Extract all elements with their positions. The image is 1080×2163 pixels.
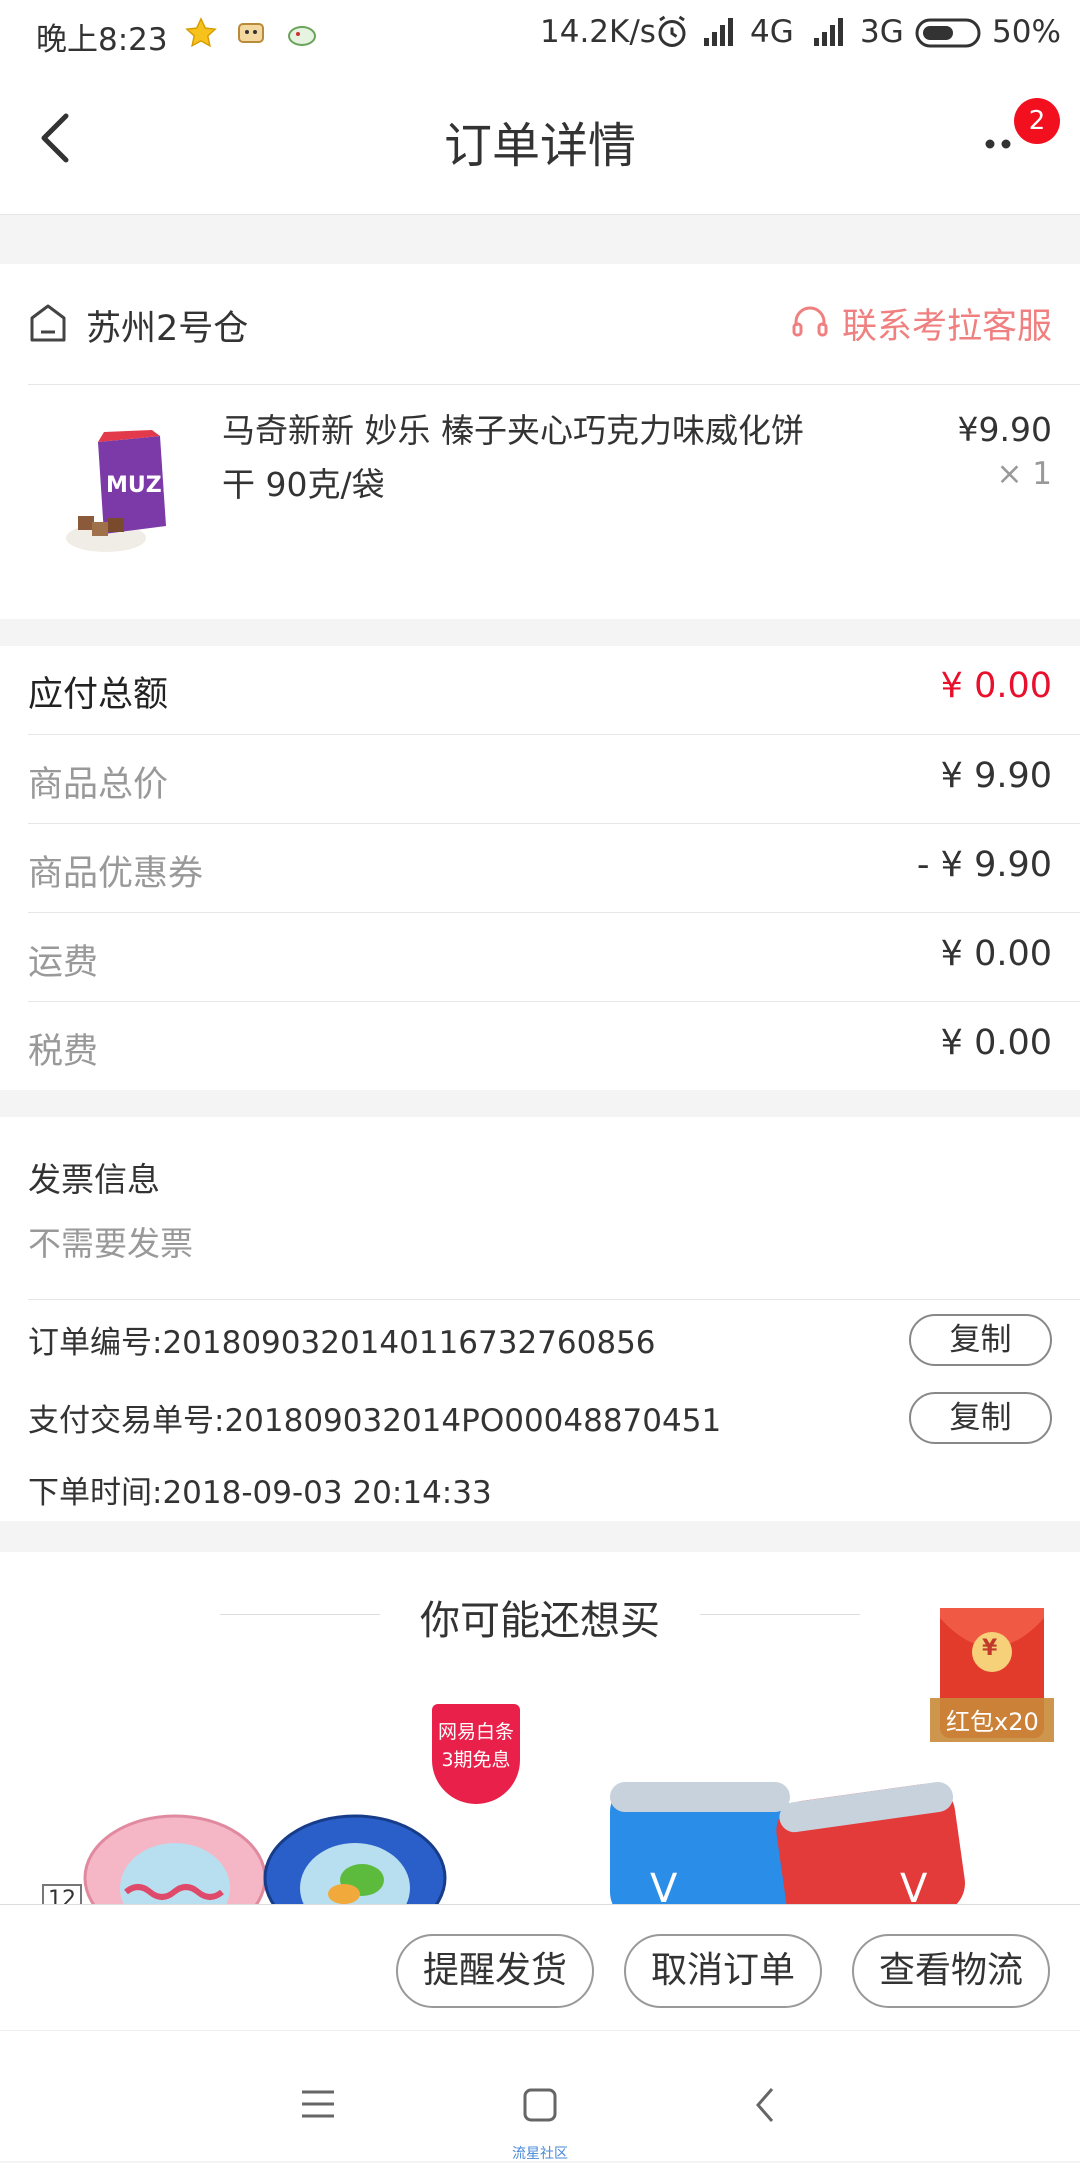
app-notification-icon — [286, 18, 318, 52]
contact-service-label: 联系考拉客服 — [841, 307, 1052, 347]
coupon-value: - ¥ 9.90 — [916, 845, 1052, 885]
divider — [28, 384, 1080, 385]
copy-order-number-button[interactable]: 复制 — [909, 1314, 1052, 1366]
shipping-value: ¥ 0.00 — [940, 934, 1052, 974]
remind-shipment-button[interactable]: 提醒发货 — [396, 1934, 594, 2008]
network-type-2: 3G — [860, 14, 904, 50]
star-icon — [184, 16, 218, 54]
signal-icon — [812, 16, 846, 52]
home-icon[interactable] — [522, 2087, 558, 2127]
more-icon[interactable] — [984, 134, 1024, 158]
invoice-title: 发票信息 — [28, 1160, 160, 1199]
invoice-value: 不需要发票 — [28, 1224, 193, 1263]
divider — [28, 823, 1080, 824]
page-title: 订单详情 — [443, 118, 636, 174]
product-brand-text: MUZIC — [106, 473, 178, 498]
total-payable-value: ¥ 0.00 — [940, 666, 1052, 706]
recommend-title: 你可能还想买 — [420, 1598, 660, 1644]
menu-icon[interactable] — [300, 2089, 336, 2123]
divider — [28, 734, 1080, 735]
order-item-card: 苏州2号仓 联系考拉客服 MUZIC 马奇新新 妙乐 榛子夹心巧克力味威化饼干 … — [0, 264, 1080, 619]
product-name[interactable]: 马奇新新 妙乐 榛子夹心巧克力味威化饼干 90克/袋 — [222, 404, 822, 512]
order-time: 下单时间:2018-09-03 20:14:33 — [28, 1475, 492, 1511]
payment-number: 支付交易单号:201809032014PO00048870451 — [28, 1403, 722, 1439]
product-price: ¥9.90 — [957, 410, 1052, 449]
goods-total-value: ¥ 9.90 — [940, 756, 1052, 796]
back-icon[interactable] — [752, 2085, 778, 2129]
navigation-bar: 流星社区 — [0, 2030, 1080, 2162]
yuan-icon: ¥ — [982, 1636, 998, 1661]
header: 订单详情 — [0, 66, 1080, 215]
promo-line-1: 网易白条 — [437, 1721, 514, 1743]
total-payable-label: 应付总额 — [28, 675, 169, 715]
order-number: 订单编号:2018090320140116732760856 — [28, 1325, 656, 1361]
price-summary-card: 应付总额 ¥ 0.00 商品总价 ¥ 9.90 商品优惠券 - ¥ 9.90 运… — [0, 646, 1080, 1090]
product-quantity: × 1 — [996, 456, 1052, 492]
page-marker: 12 — [42, 1884, 82, 1904]
svg-text:V: V — [900, 1866, 928, 1904]
recommend-product-image[interactable]: V V — [600, 1762, 990, 1904]
cancel-order-button[interactable]: 取消订单 — [624, 1934, 822, 2008]
warehouse-name: 苏州2号仓 — [86, 309, 249, 349]
tax-label: 税费 — [28, 1032, 99, 1072]
red-packet-label: 红包x20 — [946, 1708, 1039, 1736]
shipping-label: 运费 — [28, 943, 99, 983]
divider — [28, 1299, 1080, 1300]
contact-service-button[interactable]: 联系考拉客服 — [790, 298, 1052, 349]
network-type-1: 4G — [750, 14, 794, 50]
promo-line-2: 3期免息 — [441, 1749, 511, 1771]
order-info-card: 发票信息 不需要发票 订单编号:201809032014011673276085… — [0, 1117, 1080, 1521]
promo-tag: 网易白条 3期免息 — [432, 1704, 520, 1804]
alarm-icon — [654, 14, 690, 54]
divider — [28, 1001, 1080, 1002]
recommendation-section: 你可能还想买 网易白条 3期免息 12 V V — [0, 1552, 1080, 1904]
status-bar: 晚上8:23 14.2K/s 4G 3G 50% — [0, 0, 1080, 66]
copy-payment-number-button[interactable]: 复制 — [909, 1392, 1052, 1444]
battery-level: 50% — [992, 14, 1061, 50]
warehouse-icon — [28, 302, 68, 348]
watermark: 流星社区 — [512, 2146, 568, 2162]
divider — [28, 912, 1080, 913]
app-notification-icon — [236, 18, 266, 52]
red-packet-button[interactable]: ¥ 红包x20 — [930, 1606, 1054, 1742]
net-speed: 14.2K/s — [540, 14, 656, 50]
notification-badge: 2 — [1014, 98, 1060, 144]
headset-icon — [790, 302, 830, 346]
battery-icon — [915, 17, 983, 53]
divider — [700, 1614, 860, 1615]
coupon-label: 商品优惠券 — [28, 854, 204, 894]
tax-value: ¥ 0.00 — [940, 1023, 1052, 1063]
svg-text:V: V — [650, 1866, 678, 1904]
status-time: 晚上8:23 — [36, 22, 168, 58]
signal-icon — [702, 16, 736, 52]
goods-total-label: 商品总价 — [28, 765, 169, 805]
view-logistics-button[interactable]: 查看物流 — [852, 1934, 1050, 2008]
recommend-product-image[interactable] — [40, 1808, 460, 1904]
product-image[interactable]: MUZIC — [48, 422, 186, 558]
